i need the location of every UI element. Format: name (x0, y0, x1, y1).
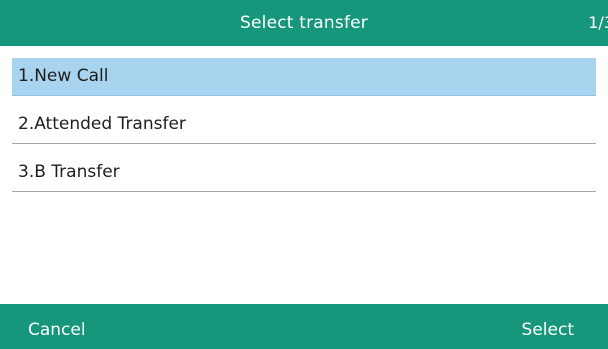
select-softkey[interactable]: Select (522, 304, 574, 349)
menu-item-label: 2.Attended Transfer (18, 114, 186, 134)
menu-item-label: 3.B Transfer (18, 162, 120, 182)
transfer-options-list: 1.New Call 2.Attended Transfer 3.B Trans… (0, 46, 608, 304)
phone-screen: Select transfer 1/3 1.New Call 2.Attende… (0, 0, 608, 349)
screen-title: Select transfer (240, 13, 368, 33)
menu-item-new-call[interactable]: 1.New Call (12, 58, 596, 96)
cancel-softkey[interactable]: Cancel (28, 304, 86, 349)
menu-item-attended-transfer[interactable]: 2.Attended Transfer (12, 106, 596, 144)
page-indicator: 1/3 (588, 13, 608, 32)
title-bar: Select transfer 1/3 (0, 0, 608, 46)
softkey-bar: Cancel Select (0, 304, 608, 349)
menu-item-label: 1.New Call (18, 66, 109, 86)
menu-item-blind-transfer[interactable]: 3.B Transfer (12, 154, 596, 192)
